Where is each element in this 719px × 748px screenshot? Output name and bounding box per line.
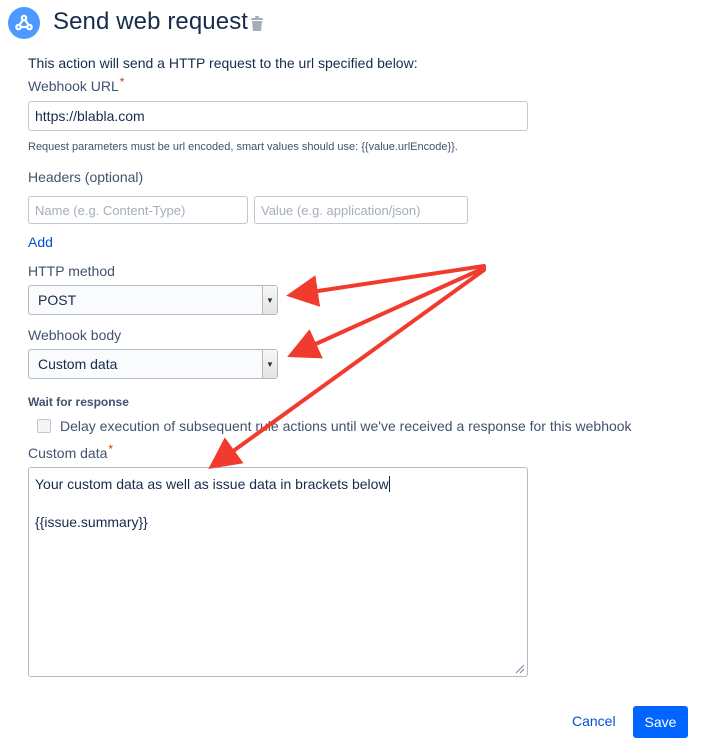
webhook-body-select[interactable]: Custom data ▼ — [28, 349, 278, 379]
text-caret — [388, 476, 390, 492]
webhook-url-help: Request parameters must be url encoded, … — [28, 141, 458, 153]
required-mark: * — [119, 75, 125, 89]
custom-data-line-2: {{issue.summary}} — [35, 514, 148, 530]
cancel-button[interactable]: Cancel — [572, 713, 616, 729]
http-method-label: HTTP method — [28, 263, 115, 279]
custom-data-line-1: Your custom data as well as issue data i… — [35, 476, 389, 492]
webhook-icon — [8, 7, 40, 39]
required-mark: * — [108, 442, 114, 456]
custom-data-label: Custom data* — [28, 442, 114, 461]
header-value-input[interactable] — [254, 196, 468, 224]
annotation-arrow-method — [286, 264, 486, 307]
annotation-arrow-body — [287, 266, 486, 359]
http-method-select[interactable]: POST ▼ — [28, 285, 278, 315]
webhook-url-label-text: Webhook URL — [28, 78, 119, 94]
page-title: Send web request — [53, 8, 249, 35]
trash-icon[interactable] — [250, 16, 264, 32]
custom-data-textarea[interactable]: Your custom data as well as issue data i… — [28, 467, 528, 677]
webhook-body-label: Webhook body — [28, 327, 122, 343]
action-description: This action will send a HTTP request to … — [28, 55, 418, 71]
wait-response-checkbox[interactable] — [37, 419, 51, 433]
webhook-url-input[interactable] — [28, 101, 528, 131]
chevron-down-icon[interactable]: ▼ — [262, 286, 277, 314]
resize-handle-icon[interactable] — [515, 664, 525, 674]
wait-response-checkbox-label[interactable]: Delay execution of subsequent rule actio… — [60, 418, 632, 434]
custom-data-label-text: Custom data — [28, 445, 108, 461]
wait-for-response-label: Wait for response — [28, 395, 129, 409]
save-button[interactable]: Save — [633, 706, 688, 738]
add-header-link[interactable]: Add — [28, 234, 53, 250]
webhook-url-label: Webhook URL* — [28, 75, 125, 94]
chevron-down-icon[interactable]: ▼ — [262, 350, 277, 378]
http-method-value: POST — [38, 292, 77, 308]
webhook-body-value: Custom data — [38, 356, 118, 372]
header-name-input[interactable] — [28, 196, 248, 224]
headers-label: Headers (optional) — [28, 169, 144, 185]
